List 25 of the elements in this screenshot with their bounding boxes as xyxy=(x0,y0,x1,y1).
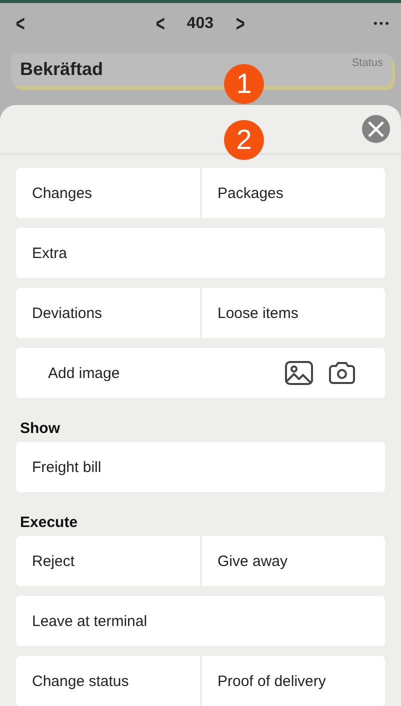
menu-button[interactable]: Deviations xyxy=(16,288,200,338)
menu-button[interactable]: Give away xyxy=(202,536,385,586)
section-title: Execute xyxy=(20,514,79,531)
menu-button[interactable]: Changes xyxy=(16,168,200,218)
status-value: Bekräftad xyxy=(20,59,104,80)
order-number: 403 xyxy=(186,15,214,34)
camera-icon[interactable] xyxy=(329,361,355,385)
menu-button[interactable]: Loose items xyxy=(202,288,385,338)
step-marker: 1 xyxy=(224,64,264,104)
section-title: Show xyxy=(20,420,61,437)
back-button[interactable]: < xyxy=(16,11,25,38)
close-button[interactable]: × xyxy=(362,115,390,143)
menu-button[interactable]: Freight bill xyxy=(16,442,385,492)
next-button[interactable]: > xyxy=(235,11,244,38)
menu-button[interactable]: Packages xyxy=(202,168,385,218)
menu-button[interactable]: Change status xyxy=(16,656,200,706)
menu-button[interactable]: Reject xyxy=(16,536,200,586)
gallery-icon[interactable] xyxy=(285,361,313,385)
menu-button[interactable]: Proof of delivery xyxy=(202,656,385,706)
menu-button[interactable]: Extra xyxy=(16,228,385,278)
more-button[interactable]: ••• xyxy=(373,18,391,30)
status-label: Status xyxy=(352,57,383,69)
menu-button[interactable]: Leave at terminal xyxy=(16,596,385,646)
add-image-label: Add image xyxy=(48,364,121,382)
previous-button[interactable]: < xyxy=(156,11,165,38)
